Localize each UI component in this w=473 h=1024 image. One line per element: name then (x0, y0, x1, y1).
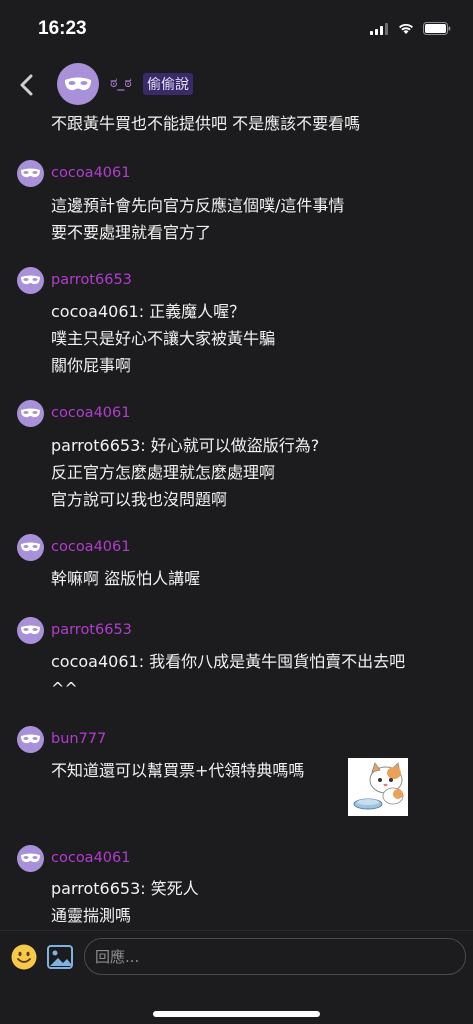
mask-icon (21, 734, 40, 743)
mask-icon (21, 275, 40, 284)
chevron-left-icon (20, 74, 33, 96)
first-response-text: 不跟黃牛買也不能提供吧 不是應該不要看嗎 (51, 114, 361, 133)
smiley-icon (11, 944, 37, 970)
response-author-row[interactable]: bun777 (17, 725, 106, 753)
reply-bar (0, 930, 473, 1024)
response-text: cocoa4061: 正義魔人喔？ 噗主只是好心不讓大家被黃牛騙 關你屁事啊 (51, 302, 276, 375)
mask-avatar[interactable] (17, 616, 44, 644)
image-upload-button[interactable] (46, 943, 74, 971)
home-indicator (153, 1011, 320, 1017)
mask-avatar[interactable] (17, 399, 44, 427)
status-icons (370, 22, 451, 35)
battery-icon (423, 22, 451, 35)
mask-avatar[interactable] (57, 63, 99, 105)
response-text: cocoa4061: 我看你八成是黃牛囤貨怕賣不出去吧 ^^ (51, 652, 406, 698)
reply-input[interactable] (84, 938, 466, 975)
response-text: parrot6653: 好心就可以做盜版行為? 反正官方怎麼處理就怎麼處理啊 官… (51, 436, 320, 509)
response-text: parrot6653: 笑死人 通靈揣測嗎 (51, 879, 199, 925)
mask-icon (21, 168, 40, 177)
image-icon (47, 945, 73, 969)
emoji-button[interactable] (10, 943, 38, 971)
author-name[interactable]: cocoa4061 (51, 405, 130, 421)
response-author-row[interactable]: parrot6653 (17, 266, 132, 294)
response-text: 這邊預計會先向官方反應這個噗/這件事情 要不要處理就看官方了 (51, 196, 345, 242)
response-list: 不跟黃牛買也不能提供吧 不是應該不要看嗎 cocoa4061 這邊預計會先向官方… (0, 0, 473, 930)
author-name[interactable]: bun777 (51, 731, 106, 747)
response-author-row[interactable]: cocoa4061 (17, 844, 130, 872)
response-text: 幹嘛啊 盜版怕人講喔 (51, 569, 201, 588)
status-bar: 16:23 (0, 0, 473, 60)
mask-icon (21, 853, 40, 862)
author-name[interactable]: ಠ_ಠ (110, 75, 132, 91)
mask-icon (21, 625, 40, 634)
author-name[interactable]: cocoa4061 (51, 850, 130, 866)
cat-sticker-image (348, 758, 408, 816)
thread-header: ಠ_ಠ 偷偷說 (0, 60, 473, 110)
response-text: 不知道還可以幫買票+代領特典嗎嗎 (51, 761, 305, 780)
response-author-row[interactable]: cocoa4061 (17, 399, 130, 427)
author-name[interactable]: parrot6653 (51, 272, 132, 288)
response-author-row[interactable]: cocoa4061 (17, 159, 130, 187)
mask-avatar[interactable] (17, 725, 44, 753)
response-author-row[interactable]: cocoa4061 (17, 533, 130, 561)
cellular-signal-icon (370, 22, 388, 35)
response-author-row[interactable]: parrot6653 (17, 616, 132, 644)
mask-avatar[interactable] (17, 266, 44, 294)
mask-avatar[interactable] (17, 533, 44, 561)
mask-avatar[interactable] (17, 844, 44, 872)
mask-icon (21, 542, 40, 551)
author-name[interactable]: cocoa4061 (51, 165, 130, 181)
wifi-icon (399, 23, 413, 34)
plurk-thread-screen: 不跟黃牛買也不能提供吧 不是應該不要看嗎 cocoa4061 這邊預計會先向官方… (0, 0, 473, 1024)
back-button[interactable] (14, 70, 40, 100)
mask-icon (65, 77, 91, 91)
mask-icon (21, 408, 40, 417)
mask-avatar[interactable] (17, 159, 44, 187)
cat-with-bowl-sticker[interactable] (348, 758, 408, 816)
anonymous-badge: 偷偷說 (143, 73, 193, 95)
status-time: 16:23 (38, 18, 87, 39)
author-name[interactable]: cocoa4061 (51, 539, 130, 555)
author-name[interactable]: parrot6653 (51, 622, 132, 638)
